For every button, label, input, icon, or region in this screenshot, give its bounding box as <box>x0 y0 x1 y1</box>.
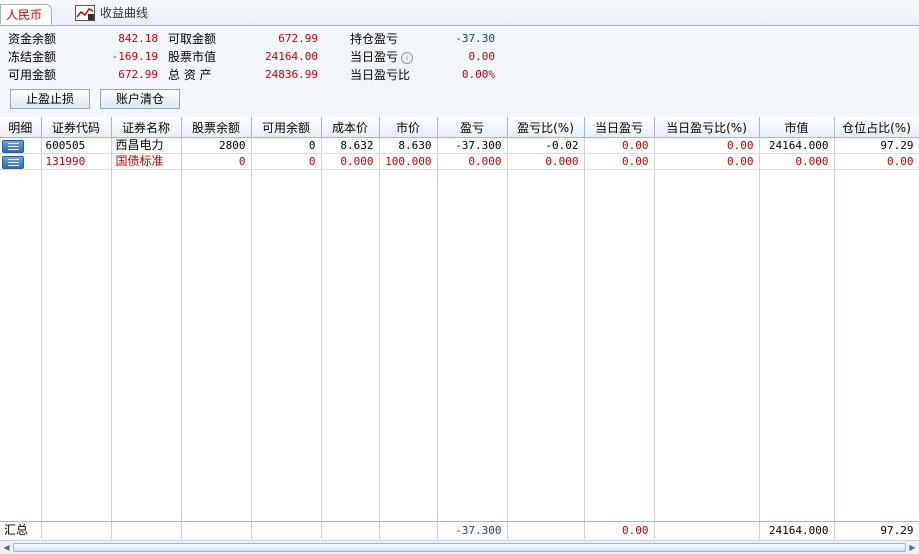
col-price[interactable]: 市价 <box>379 117 438 138</box>
today-ratio-cell: 0.00 <box>654 137 760 154</box>
pl-ratio-cell: -0.02 <box>507 137 585 154</box>
chart-icon <box>75 5 95 21</box>
detail-cell[interactable] <box>0 153 42 170</box>
name-cell: 西昌电力 <box>111 137 182 154</box>
stock-value-value: 24164.00 <box>265 50 318 63</box>
positions-table: 明细 证券代码 证券名称 股票余额 可用余额 成本价 市价 盈亏 盈亏比(%) … <box>0 117 919 522</box>
name-cell: 国债标准 <box>111 153 182 170</box>
col-today-pl[interactable]: 当日盈亏 <box>584 117 655 138</box>
balance-cell: 2800 <box>181 137 252 154</box>
fund-balance-value: 842.18 <box>118 32 158 45</box>
total-market-value: 24164.000 <box>759 522 835 539</box>
holding-pl-label: 持仓盈亏 <box>350 32 399 46</box>
col-name[interactable]: 证券名称 <box>111 117 182 138</box>
col-code[interactable]: 证券代码 <box>41 117 112 138</box>
cost-cell: 0.000 <box>321 153 380 170</box>
table-header: 明细 证券代码 证券名称 股票余额 可用余额 成本价 市价 盈亏 盈亏比(%) … <box>0 117 919 138</box>
price-cell: 8.630 <box>379 137 438 154</box>
today-pl-label: 当日盈亏 <box>350 50 399 64</box>
market-value-cell: 0.000 <box>759 153 835 170</box>
scroll-right-icon[interactable]: ▶ <box>907 542 918 553</box>
today-pl-ratio-label: 当日盈亏比 <box>350 68 411 82</box>
today-ratio-cell: 0.00 <box>654 153 760 170</box>
detail-cell[interactable] <box>0 137 42 154</box>
code-cell: 131990 <box>41 153 112 170</box>
horizontal-scrollbar[interactable]: ◀ ▶ <box>0 540 919 554</box>
available-label: 可用金额 <box>8 68 57 82</box>
total-row: 汇总 -37.300 0.00 24164.000 97.29 <box>0 522 919 539</box>
today-pl-label-wrap: 当日盈亏 i <box>350 48 414 66</box>
weight-cell: 0.00 <box>834 153 919 170</box>
today-pl-ratio-value: 0.00% <box>461 68 495 81</box>
total-label: 汇总 <box>0 522 42 539</box>
today-pl-cell: 0.00 <box>584 153 655 170</box>
withdrawable-label: 可取金额 <box>168 32 217 46</box>
total-assets-label: 总 资 产 <box>168 68 212 82</box>
price-cell: 100.000 <box>379 153 438 170</box>
cost-cell: 8.632 <box>321 137 380 154</box>
fund-balance-label: 资金余额 <box>8 32 57 46</box>
table-row[interactable]: 131990 国债标准 0 0 0.000 100.000 0.000 0.00… <box>0 153 919 170</box>
total-weight: 97.29 <box>834 522 919 539</box>
today-pl-cell: 0.00 <box>584 137 655 154</box>
footer-table: 汇总 -37.300 0.00 24164.000 97.29 <box>0 522 919 539</box>
col-pl[interactable]: 盈亏 <box>437 117 508 138</box>
account-summary: 资金余额 842.18 可取金额 672.99 持仓盈亏 -37.30 冻结金额… <box>0 26 919 118</box>
col-balance[interactable]: 股票余额 <box>181 117 252 138</box>
balance-cell: 0 <box>181 153 252 170</box>
available-value: 672.99 <box>118 68 158 81</box>
today-pl-value: 0.00 <box>468 50 496 63</box>
tab-rmb[interactable]: 人民币 <box>0 4 52 25</box>
scroll-thumb[interactable] <box>13 543 906 552</box>
pl-ratio-cell: 0.000 <box>507 153 585 170</box>
detail-list-icon[interactable] <box>2 155 24 169</box>
col-cost[interactable]: 成本价 <box>321 117 380 138</box>
summary-row-3: 可用金额 672.99 总 资 产 24836.99 当日盈亏比 0.00% <box>0 66 919 84</box>
empty-area <box>0 169 919 522</box>
col-today-ratio[interactable]: 当日盈亏比(%) <box>654 117 760 138</box>
withdrawable-value: 672.99 <box>278 32 318 45</box>
frozen-value: -169.19 <box>111 50 158 63</box>
col-available[interactable]: 可用余额 <box>251 117 322 138</box>
col-detail[interactable]: 明细 <box>0 117 42 138</box>
pl-cell: -37.300 <box>437 137 508 154</box>
scroll-left-icon[interactable]: ◀ <box>1 542 12 553</box>
market-value-cell: 24164.000 <box>759 137 835 154</box>
available-cell: 0 <box>251 137 322 154</box>
total-assets-value: 24836.99 <box>265 68 318 81</box>
tab-profit-curve-label: 收益曲线 <box>100 6 149 20</box>
clear-account-button[interactable]: 账户清仓 <box>100 89 180 109</box>
col-weight[interactable]: 仓位占比(%) <box>834 117 919 138</box>
stop-profit-loss-button[interactable]: 止盈止损 <box>10 89 90 109</box>
table-row[interactable]: 600505 西昌电力 2800 0 8.632 8.630 -37.300 -… <box>0 137 919 154</box>
summary-row-2: 冻结金额 -169.19 股票市值 24164.00 当日盈亏 i 0.00 <box>0 48 919 66</box>
col-pl-ratio[interactable]: 盈亏比(%) <box>507 117 585 138</box>
info-icon[interactable]: i <box>401 51 414 64</box>
available-cell: 0 <box>251 153 322 170</box>
summary-row-1: 资金余额 842.18 可取金额 672.99 持仓盈亏 -37.30 <box>0 30 919 48</box>
total-today-pl: 0.00 <box>584 522 655 539</box>
summary-footer: 汇总 -37.300 0.00 24164.000 97.29 <box>0 521 919 540</box>
stock-value-label: 股票市值 <box>168 50 217 64</box>
frozen-label: 冻结金额 <box>8 50 57 64</box>
tab-bar: 人民币 收益曲线 <box>0 0 919 26</box>
positions-grid: 明细 证券代码 证券名称 股票余额 可用余额 成本价 市价 盈亏 盈亏比(%) … <box>0 117 919 540</box>
pl-cell: 0.000 <box>437 153 508 170</box>
col-market-value[interactable]: 市值 <box>759 117 835 138</box>
holding-pl-value: -37.30 <box>455 32 495 45</box>
detail-list-icon[interactable] <box>2 139 24 153</box>
total-pl: -37.300 <box>437 522 508 539</box>
weight-cell: 97.29 <box>834 137 919 154</box>
code-cell: 600505 <box>41 137 112 154</box>
